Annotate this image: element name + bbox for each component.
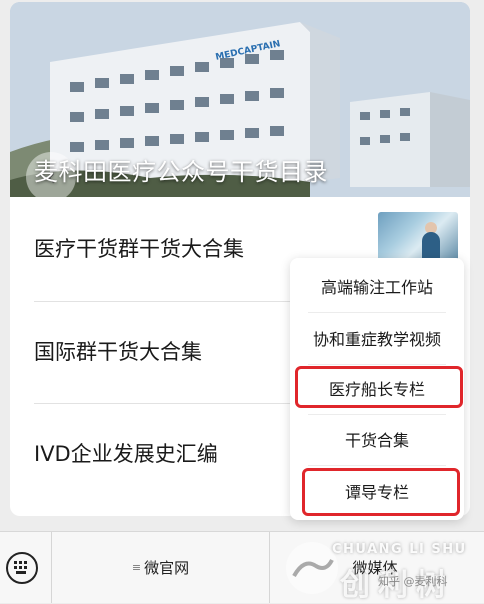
keyboard-icon [14,561,27,574]
watermark-text: CHUANG LI SHU [332,542,467,557]
submenu-item[interactable]: 高端输注工作站 [290,260,464,312]
submenu-item[interactable]: 干货合集 [290,413,464,465]
highlight-box [302,468,460,516]
submenu-item[interactable]: 协和重症教学视频 [290,312,464,364]
highlight-box [295,366,463,408]
menu-button-label: 微官网 [144,559,190,577]
article-title: IVD企业发展史汇编 [34,442,218,466]
article-title: 医疗干货群干货大合集 [34,237,244,261]
keyboard-toggle-button[interactable] [6,552,38,584]
banner[interactable]: MEDCAPTAIN ‹ 麦科田医疗公众号干货目录 [10,2,470,197]
menu-button[interactable]: ≡ 微官网 [52,532,269,603]
menu-lines-icon: ≡ [131,561,142,574]
banner-title: 麦科田医疗公众号干货目录 [34,158,328,186]
article-title: 国际群干货大合集 [34,340,202,364]
watermark-credit: 知乎 @麦利科 [378,575,448,588]
bar-divider [269,532,270,603]
